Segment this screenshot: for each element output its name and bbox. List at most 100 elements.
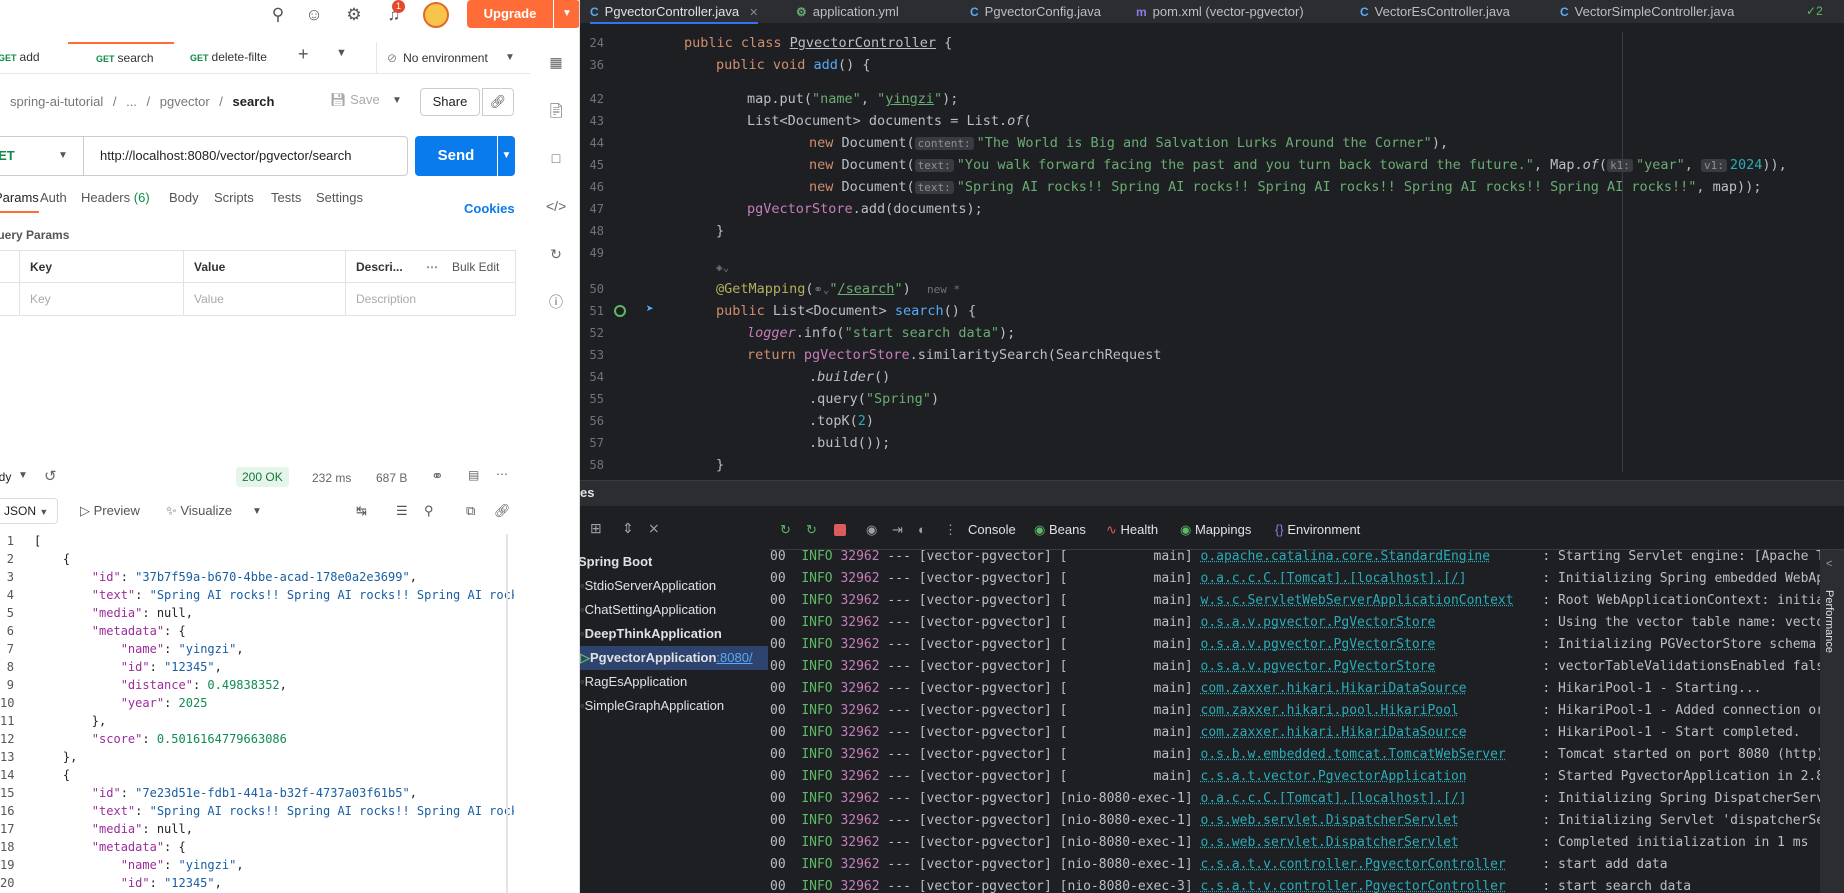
response-time: 232 ms	[312, 471, 352, 485]
save-response-icon[interactable]: ▤	[468, 468, 479, 482]
request-subtabs: Params Auth Headers (6) Body Scripts Tes…	[0, 190, 530, 216]
link-icon[interactable]: 🔗︎	[494, 503, 511, 519]
chevron-down-icon[interactable]: ▼	[392, 95, 402, 106]
inspection-widget[interactable]: ✓2	[1806, 4, 1823, 18]
collapse-icon[interactable]: ⨯	[648, 520, 660, 537]
query-params-label: Query Params	[0, 228, 70, 242]
console-output[interactable]: 00 INFO 32962 --- [vector-pgvector] [ ma…	[770, 550, 1820, 893]
rerun-icon[interactable]: ↻	[780, 522, 791, 538]
environment-selector[interactable]: ⊘ No environment ▼	[376, 42, 530, 74]
api-icon[interactable]: ▦	[546, 52, 566, 72]
service-item[interactable]: ◦SimpleGraphApplication	[580, 694, 724, 718]
search-icon[interactable]: ⚲	[424, 503, 434, 519]
breadcrumb-folder[interactable]: pgvector	[160, 94, 210, 109]
tab-tests[interactable]: Tests	[271, 190, 301, 205]
close-icon[interactable]: ✕	[749, 7, 758, 19]
breadcrumb-ellipsis[interactable]: ...	[126, 94, 137, 109]
tab-add[interactable]: GETadd	[0, 42, 40, 74]
info-icon[interactable]: ⓘ	[546, 292, 566, 312]
preview-button[interactable]: ▷ Preview	[80, 503, 140, 519]
file-tab[interactable]: ⚙ application.yml	[796, 0, 899, 24]
send-request-icon[interactable]: ➤	[646, 302, 654, 317]
scrollbar[interactable]	[506, 534, 508, 893]
console-toolbar: ↻ ↻ ◉ ⇥ ◐ ⋮ Console ◉ Beans ∿ Health ◉ M…	[770, 510, 1844, 550]
more-icon[interactable]: ⋯	[496, 467, 508, 481]
gear-icon[interactable]: ⚙	[342, 3, 366, 27]
file-tab[interactable]: m pom.xml (vector-pgvector)	[1136, 0, 1304, 24]
tab-environment[interactable]: {} Environment	[1275, 522, 1360, 537]
search-icon[interactable]: ⚲	[266, 3, 290, 27]
tab-console[interactable]: Console	[968, 522, 1016, 537]
documentation-icon[interactable]: 📄︎	[546, 100, 566, 120]
service-item-selected[interactable]: ▷PgvectorApplication:8080/	[580, 646, 768, 670]
tab-search[interactable]: GET search	[68, 42, 174, 74]
tab-health[interactable]: ∿ Health	[1106, 522, 1158, 538]
url-input[interactable]: http://localhost:8080/vector/pgvector/se…	[100, 137, 351, 175]
tab-scripts[interactable]: Scripts	[214, 190, 254, 205]
bulk-edit-button[interactable]: Bulk Edit	[452, 251, 499, 283]
run-gutter-icon[interactable]	[614, 305, 626, 317]
history-icon[interactable]: ↺	[44, 467, 57, 485]
rerun-debug-icon[interactable]: ↻	[806, 522, 817, 538]
service-item[interactable]: ◦StdioServerApplication	[580, 574, 716, 598]
chevron-down-icon[interactable]: ▼	[336, 47, 347, 59]
send-button[interactable]: Send	[415, 136, 497, 176]
camera-icon[interactable]: ◉	[866, 522, 877, 538]
related-icon[interactable]: ↻	[546, 244, 566, 264]
tab-mappings[interactable]: ◉ Mappings	[1180, 522, 1251, 538]
avatar[interactable]	[423, 2, 449, 28]
stop-icon[interactable]	[834, 524, 846, 536]
service-item[interactable]: ◦DeepThinkApplication	[580, 622, 722, 646]
value-input[interactable]: Value	[184, 283, 346, 315]
upgrade-button[interactable]: Upgrade	[467, 0, 553, 28]
add-service-icon[interactable]: ⊞	[590, 520, 602, 537]
threads-icon[interactable]: ◐	[918, 522, 926, 537]
service-port-link[interactable]: :8080/	[716, 650, 752, 665]
file-tab[interactable]: C VectorSimpleController.java	[1560, 0, 1734, 24]
tab-params[interactable]: Params	[0, 190, 39, 213]
service-item[interactable]: ◦RagEsApplication	[580, 670, 687, 694]
chevron-left-icon[interactable]: <	[1826, 558, 1832, 570]
more-icon[interactable]: ⋯	[426, 251, 438, 283]
tab-headers[interactable]: Headers (6)	[81, 190, 150, 205]
tab-delete-filte[interactable]: GET delete-filte	[190, 42, 267, 74]
chevron-down-icon[interactable]: ▼	[252, 506, 262, 517]
method-select[interactable]: GET	[0, 137, 84, 175]
breadcrumb-collection[interactable]: spring-ai-tutorial	[10, 94, 103, 109]
filter-icon[interactable]: ☰	[396, 503, 408, 519]
visualize-button[interactable]: ✨︎ Visualize	[166, 503, 232, 519]
tab-body[interactable]: Body	[169, 190, 199, 205]
code-icon[interactable]: </>	[546, 196, 566, 216]
chevron-down-icon[interactable]: ▼	[554, 0, 579, 28]
tree-node-spring-boot[interactable]: Spring Boot	[580, 550, 652, 574]
comments-icon[interactable]: □	[546, 148, 566, 168]
globe-icon[interactable]: ⚭	[431, 467, 444, 485]
json-line: 15 "id": "7e23d51e-fdb1-441a-b32f-4737a0…	[0, 786, 417, 800]
key-input[interactable]: Key	[20, 283, 184, 315]
file-tab[interactable]: C VectorEsController.java	[1360, 0, 1510, 24]
copy-icon[interactable]: ⧉	[466, 503, 475, 519]
file-tab[interactable]: C PgvectorConfig.java	[970, 0, 1101, 24]
format-select[interactable]: JSON ▼	[0, 498, 58, 524]
exit-icon[interactable]: ⇥	[892, 522, 903, 538]
tab-settings[interactable]: Settings	[316, 190, 363, 205]
chevron-down-icon[interactable]: ▼	[18, 470, 28, 481]
description-input[interactable]: Description	[346, 283, 516, 315]
invite-user-icon[interactable]: ☺	[302, 3, 326, 27]
file-tab[interactable]: C PgvectorController.java ✕	[590, 0, 759, 24]
share-button[interactable]: Share	[420, 88, 480, 116]
tab-auth[interactable]: Auth	[40, 190, 67, 205]
tab-beans[interactable]: ◉ Beans	[1034, 522, 1086, 538]
performance-tab[interactable]: Performance	[1823, 590, 1835, 653]
response-body-tab[interactable]: Body	[0, 470, 11, 484]
wrap-icon[interactable]: ↹	[356, 503, 367, 519]
more-icon[interactable]: ⋮	[944, 522, 957, 538]
link-icon[interactable]: 🔗︎	[482, 88, 514, 116]
service-item[interactable]: ◦ChatSettingApplication	[580, 598, 716, 622]
cookies-link[interactable]: Cookies	[464, 201, 515, 216]
expand-icon[interactable]: ⇕	[622, 520, 634, 537]
chevron-down-icon[interactable]: ▼	[498, 136, 515, 176]
save-button[interactable]: 💾︎ Save	[330, 92, 380, 108]
code-editor[interactable]: 24 public class PgvectorController { 36 pu…	[580, 32, 1844, 472]
new-tab-button[interactable]: +	[298, 44, 309, 65]
